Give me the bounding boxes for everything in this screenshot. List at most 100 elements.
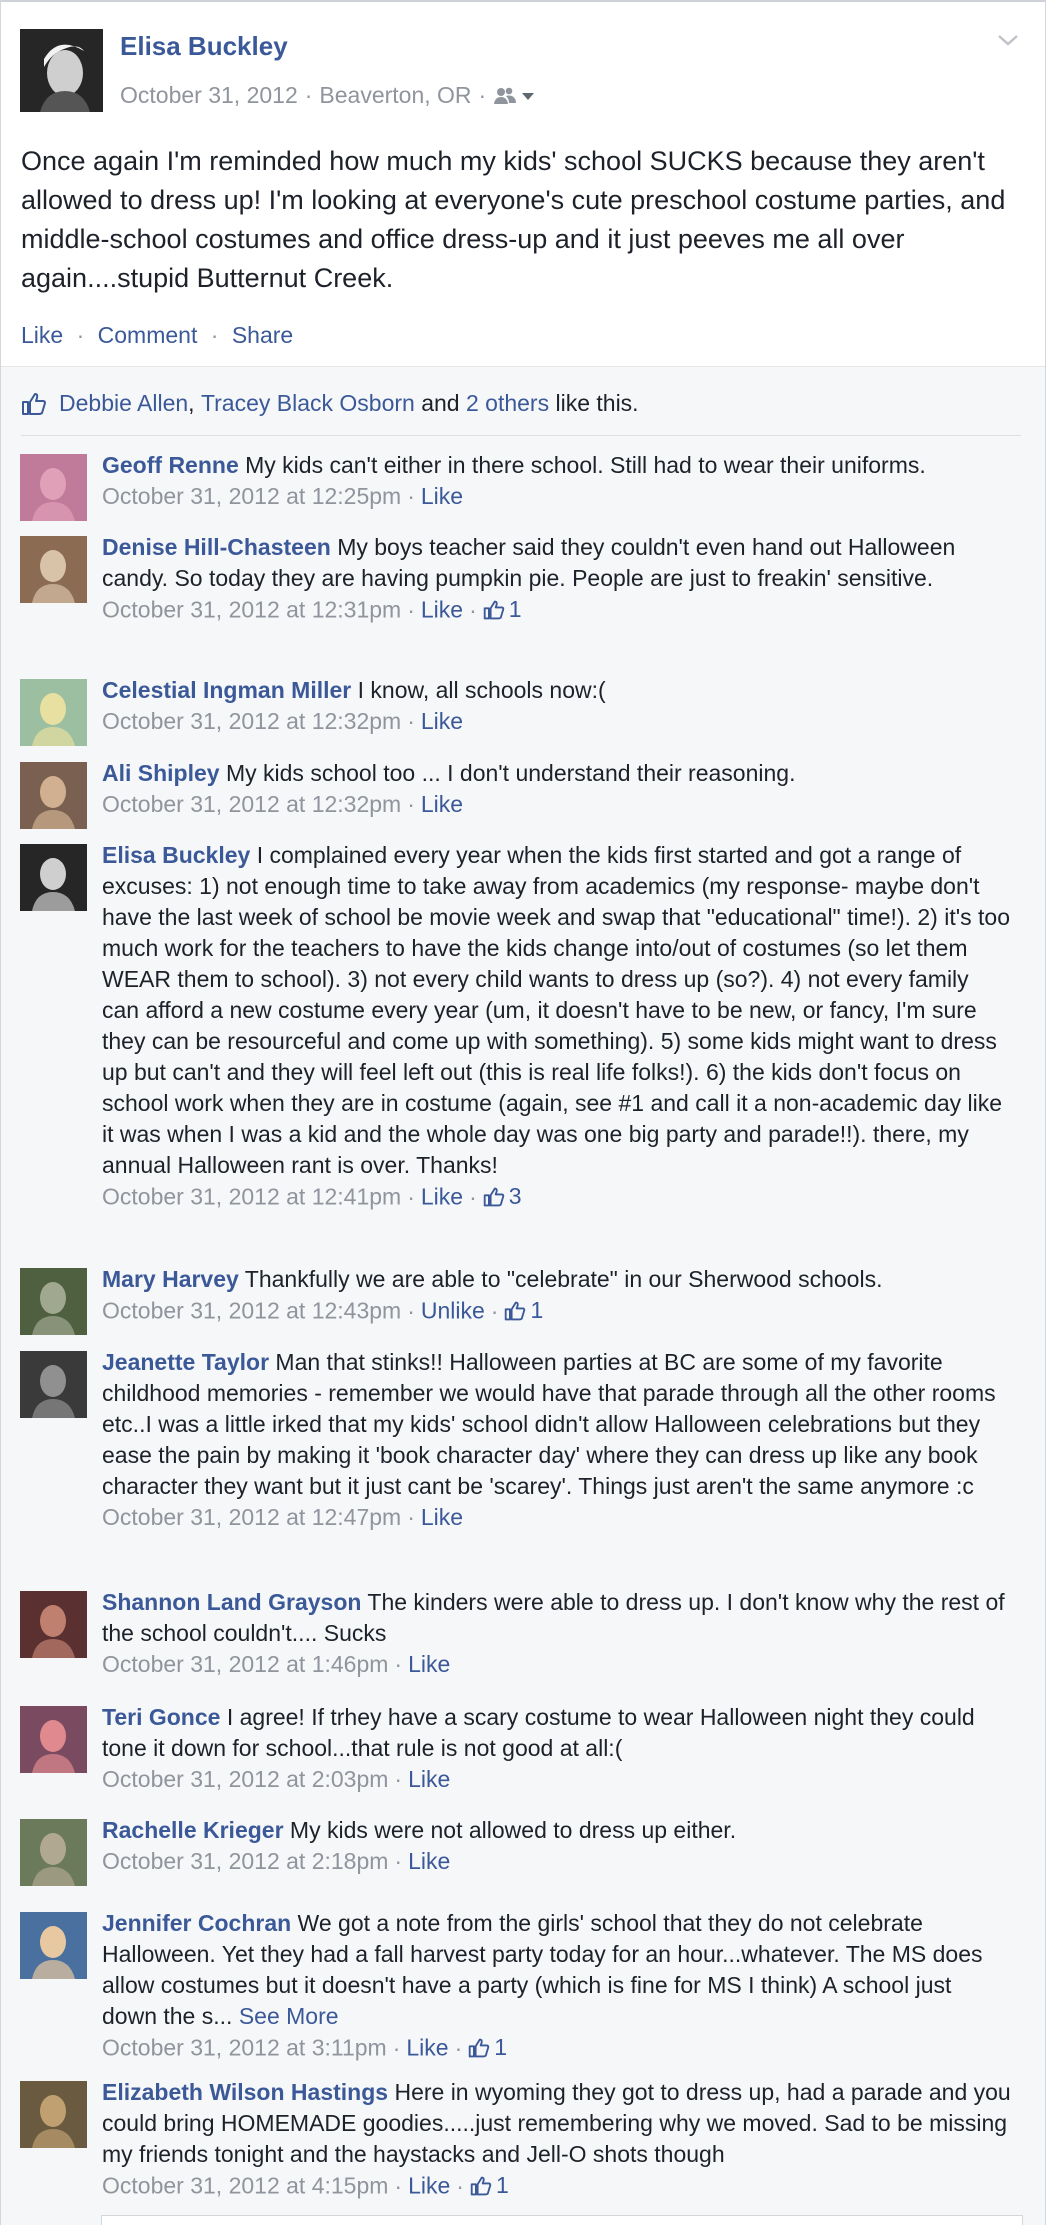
comment-like-link[interactable]: Like [408,1766,450,1792]
comment-timestamp[interactable]: October 31, 2012 at 12:25pm [102,483,401,509]
likes-suffix: like this. [555,390,639,416]
divider [21,435,1021,436]
comment-body: Ali Shipley My kids school too ... I don… [102,758,1012,820]
commenter-name[interactable]: Celestial Ingman Miller [102,677,351,703]
comment-meta: October 31, 2012 at 12:47pm · Like [102,1504,464,1530]
thumbs-up-icon [483,1187,504,1206]
comment-timestamp[interactable]: October 31, 2012 at 12:47pm [102,1504,401,1530]
comment-meta: October 31, 2012 at 2:03pm · Like [102,1766,451,1792]
comment-like-link[interactable]: Like [421,708,463,734]
comment-like-count[interactable]: 1 [468,2032,507,2063]
commenter-name[interactable]: Mary Harvey [102,1266,239,1292]
comment-timestamp[interactable]: October 31, 2012 at 1:46pm [102,1651,388,1677]
chevron-down-icon[interactable] [995,30,1021,50]
comment-like-count[interactable]: 1 [470,2170,509,2201]
share-link[interactable]: Share [232,322,293,348]
comment-timestamp[interactable]: October 31, 2012 at 3:11pm [102,2035,387,2061]
commenter-name[interactable]: Elisa Buckley [102,842,250,868]
comment-body: Rachelle Krieger My kids were not allowe… [102,1815,1012,1877]
commenter-avatar[interactable] [20,1819,87,1886]
thumbs-up-icon [505,1301,526,1320]
comment-like-count[interactable]: 1 [483,594,522,625]
commenter-avatar[interactable] [20,1706,87,1773]
post-author[interactable]: Elisa Buckley [120,31,288,62]
like-link[interactable]: Like [21,322,63,348]
comment-timestamp[interactable]: October 31, 2012 at 12:32pm [102,791,401,817]
friends-icon[interactable] [493,87,535,105]
likes-summary: Debbie Allen, Tracey Black Osborn and 2 … [21,390,639,417]
liker-link-1[interactable]: Debbie Allen [59,390,188,417]
see-more-link[interactable]: See More [239,2003,339,2029]
comment-timestamp[interactable]: October 31, 2012 at 12:43pm [102,1298,401,1324]
post-location[interactable]: Beaverton, OR [319,82,471,109]
commenter-name[interactable]: Geoff Renne [102,452,239,478]
comment-like-link[interactable]: Like [421,597,463,623]
author-avatar[interactable] [20,29,103,112]
like-count-value: 1 [530,1297,544,1323]
comment-body: Jennifer Cochran We got a note from the … [102,1908,1012,2064]
comment-like-count[interactable]: 1 [504,1295,543,1326]
post-actions: Like · Comment · Share [21,322,294,348]
comment-like-link[interactable]: Like [421,1184,463,1210]
comment-like-link[interactable]: Unlike [421,1298,485,1324]
comment-like-count[interactable]: 3 [483,1181,522,1212]
commenter-name[interactable]: Elizabeth Wilson Hastings [102,2079,388,2105]
comment-meta: October 31, 2012 at 12:32pm · Like [102,708,464,734]
comment-timestamp[interactable]: October 31, 2012 at 2:03pm [102,1766,388,1792]
commenter-name[interactable]: Jeanette Taylor [102,1349,269,1375]
comment-body: Denise Hill-Chasteen My boys teacher sai… [102,532,1012,626]
commenter-name[interactable]: Jennifer Cochran [102,1910,291,1936]
comment-like-link[interactable]: Like [421,791,463,817]
comment-body: Celestial Ingman Miller I know, all scho… [102,675,1012,737]
comment-link[interactable]: Comment [98,322,198,348]
commenter-avatar[interactable] [20,1351,87,1418]
like-count-value: 1 [495,2172,509,2198]
commenter-avatar[interactable] [20,536,87,603]
liker-link-2[interactable]: Tracey Black Osborn [201,390,415,417]
commenter-avatar[interactable] [20,1912,87,1979]
commenter-avatar[interactable] [20,2081,87,2148]
comment-body: Geoff Renne My kids can't either in ther… [102,450,1012,512]
comment-timestamp[interactable]: October 31, 2012 at 12:32pm [102,708,401,734]
thumbs-up-icon [22,392,46,415]
commenter-name[interactable]: Ali Shipley [102,760,220,786]
comment-timestamp[interactable]: October 31, 2012 at 4:15pm [102,2173,388,2199]
comment-text: My kids were not allowed to dress up eit… [289,1817,737,1843]
likes-and: and [421,390,460,416]
comment-like-link[interactable]: Like [406,2035,448,2061]
likes-others-link[interactable]: 2 others [466,390,549,417]
commenter-name[interactable]: Rachelle Krieger [102,1817,284,1843]
post-date[interactable]: October 31, 2012 [120,82,298,109]
comment-meta: October 31, 2012 at 2:18pm · Like [102,1848,451,1874]
commenter-name[interactable]: Denise Hill-Chasteen [102,534,331,560]
commenter-avatar[interactable] [20,1268,87,1335]
commenter-avatar[interactable] [20,454,87,521]
commenter-avatar[interactable] [20,844,87,911]
comment-like-link[interactable]: Like [408,1848,450,1874]
comment-meta: October 31, 2012 at 1:46pm · Like [102,1651,451,1677]
post-meta: October 31, 2012 · Beaverton, OR · [120,82,535,109]
like-count-value: 3 [508,1183,522,1209]
comment-body: Shannon Land Grayson The kinders were ab… [102,1587,1012,1680]
commenter-avatar[interactable] [20,762,87,829]
commenter-avatar[interactable] [20,1591,87,1658]
comment-meta: October 31, 2012 at 12:43pm · Unlike · 1 [102,1295,1012,1327]
commenter-avatar[interactable] [20,679,87,746]
like-count-value: 1 [508,596,522,622]
commenter-name[interactable]: Shannon Land Grayson [102,1589,361,1615]
comment-timestamp[interactable]: October 31, 2012 at 2:18pm [102,1848,388,1874]
comment-input-box[interactable] [101,2215,1023,2225]
comment-like-link[interactable]: Like [421,1504,463,1530]
commenter-name[interactable]: Teri Gonce [102,1704,220,1730]
comment-timestamp[interactable]: October 31, 2012 at 12:41pm [102,1184,401,1210]
comment-body: Jeanette Taylor Man that stinks!! Hallow… [102,1347,1012,1533]
comment-like-link[interactable]: Like [421,483,463,509]
comment-text: I agree! If trhey have a scary costume t… [102,1704,975,1761]
comment-timestamp[interactable]: October 31, 2012 at 12:31pm [102,597,401,623]
comment-meta: October 31, 2012 at 12:32pm · Like [102,791,464,817]
caret-down-icon [522,92,535,100]
comment-like-link[interactable]: Like [408,1651,450,1677]
comment-meta: October 31, 2012 at 12:31pm · Like · 1 [102,594,1012,626]
comment-body: Mary Harvey Thankfully we are able to "c… [102,1264,1012,1327]
comment-like-link[interactable]: Like [408,2173,450,2199]
